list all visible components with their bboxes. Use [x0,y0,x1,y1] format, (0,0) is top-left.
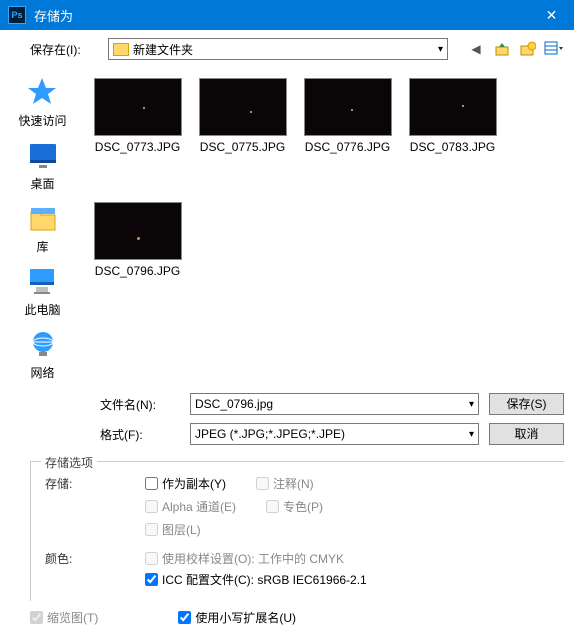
desktop-icon [27,139,59,171]
layers-checkbox: 图层(L) [145,521,201,538]
format-label: 格式(F): [100,426,180,443]
photoshop-icon: Ps [8,6,26,24]
filename-value: DSC_0796.jpg [195,397,273,411]
file-thumbnail [409,78,497,136]
file-item[interactable]: DSC_0775.JPG [195,78,290,154]
spot-checkbox: 专色(P) [266,498,323,515]
icc-checkbox[interactable]: ICC 配置文件(C): sRGB IEC61966-2.1 [145,571,367,588]
view-menu-icon[interactable] [544,39,564,59]
file-name: DSC_0776.JPG [305,140,390,154]
filename-label: 文件名(N): [100,396,180,413]
save-label: 存储: [45,475,145,492]
up-icon[interactable] [492,39,512,59]
lookin-row: 保存在(I): 新建文件夹 ▾ ◀ [0,30,574,68]
save-button[interactable]: 保存(S) [489,393,564,415]
thispc-icon [26,265,58,297]
sidebar-item-label: 此电脑 [24,301,60,318]
sidebar-item-quickaccess[interactable]: 快速访问 [18,76,66,129]
chevron-down-icon[interactable]: ▾ [469,429,474,440]
sidebar-item-label: 快速访问 [18,112,66,129]
color-label: 颜色: [45,550,145,567]
lowercase-checkbox[interactable]: 使用小写扩展名(U) [178,609,296,626]
libraries-icon [27,202,59,234]
main-area: 快速访问 桌面 库 此电脑 网络 DSC_0773.JPG DSC_0775.J… [0,68,574,389]
thumbnail-checkbox: 缩览图(T) [30,609,98,626]
proof-checkbox: 使用校样设置(O): 工作中的 CMYK [145,550,367,567]
file-thumbnail [304,78,392,136]
sidebar-item-libraries[interactable]: 库 [27,202,59,255]
format-value: JPEG (*.JPG;*.JPEG;*.JPE) [195,427,345,441]
file-name: DSC_0783.JPG [410,140,495,154]
bottom-row: 缩览图(T) 使用小写扩展名(U) [0,601,574,634]
file-thumbnail [94,78,182,136]
file-name: DSC_0775.JPG [200,140,285,154]
network-icon [27,328,59,360]
options-title: 存储选项 [41,454,97,471]
folder-icon [113,43,129,56]
sidebar-item-thispc[interactable]: 此电脑 [24,265,60,318]
chevron-down-icon[interactable]: ▾ [469,399,474,410]
alpha-checkbox: Alpha 通道(E) [145,498,236,515]
back-icon[interactable]: ◀ [466,39,486,59]
sidebar-item-desktop[interactable]: 桌面 [27,139,59,192]
format-select[interactable]: JPEG (*.JPG;*.JPEG;*.JPE) ▾ [190,423,479,445]
filename-input[interactable]: DSC_0796.jpg ▾ [190,393,479,415]
file-thumbnail [199,78,287,136]
places-sidebar: 快速访问 桌面 库 此电脑 网络 [0,68,85,389]
file-item[interactable]: DSC_0796.JPG [90,202,185,278]
annotations-checkbox: 注释(N) [256,475,314,492]
location-text: 新建文件夹 [133,41,193,58]
nav-icons: ◀ [466,39,564,59]
file-thumbnail [94,202,182,260]
close-button[interactable]: ✕ [529,0,574,30]
file-item[interactable]: DSC_0783.JPG [405,78,500,154]
file-grid[interactable]: DSC_0773.JPG DSC_0775.JPG DSC_0776.JPG D… [85,68,574,389]
titlebar: Ps 存储为 ✕ [0,0,574,30]
file-name: DSC_0773.JPG [95,140,180,154]
format-row: 格式(F): JPEG (*.JPG;*.JPEG;*.JPE) ▾ 取消 [0,419,574,449]
sidebar-item-network[interactable]: 网络 [27,328,59,381]
file-item[interactable]: DSC_0776.JPG [300,78,395,154]
file-name: DSC_0796.JPG [95,264,180,278]
lookin-label: 保存在(I): [30,41,100,58]
cancel-button[interactable]: 取消 [489,423,564,445]
quickaccess-icon [26,76,58,108]
as-copy-checkbox[interactable]: 作为副本(Y) [145,475,226,492]
location-dropdown[interactable]: 新建文件夹 ▾ [108,38,448,60]
chevron-down-icon: ▾ [438,44,443,55]
filename-row: 文件名(N): DSC_0796.jpg ▾ 保存(S) [0,389,574,419]
new-folder-icon[interactable] [518,39,538,59]
sidebar-item-label: 库 [36,238,48,255]
save-options-panel: 存储选项 存储: 作为副本(Y) 注释(N) Alpha 通道(E) 专色(P)… [30,461,564,601]
sidebar-item-label: 桌面 [30,175,54,192]
window-title: 存储为 [34,6,529,25]
sidebar-item-label: 网络 [30,364,54,381]
file-item[interactable]: DSC_0773.JPG [90,78,185,154]
